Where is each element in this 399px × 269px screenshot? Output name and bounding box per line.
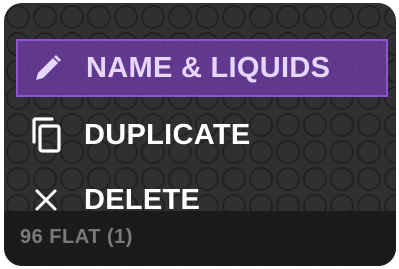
labware-name-label: 96 FLAT (1) xyxy=(20,226,133,248)
duplicate-label: DUPLICATE xyxy=(84,118,251,151)
duplicate-icon xyxy=(26,115,66,155)
name-and-liquids-label: NAME & LIQUIDS xyxy=(86,51,331,84)
duplicate-menu-item[interactable]: DUPLICATE xyxy=(16,106,388,164)
labware-card: NAME & LIQUIDS DUPLICATE DELETE 96 FLAT … xyxy=(4,3,396,266)
name-and-liquids-menu-item[interactable]: NAME & LIQUIDS xyxy=(16,39,388,97)
labware-name-footer: 96 FLAT (1) xyxy=(4,211,396,266)
pencil-icon xyxy=(28,48,68,88)
